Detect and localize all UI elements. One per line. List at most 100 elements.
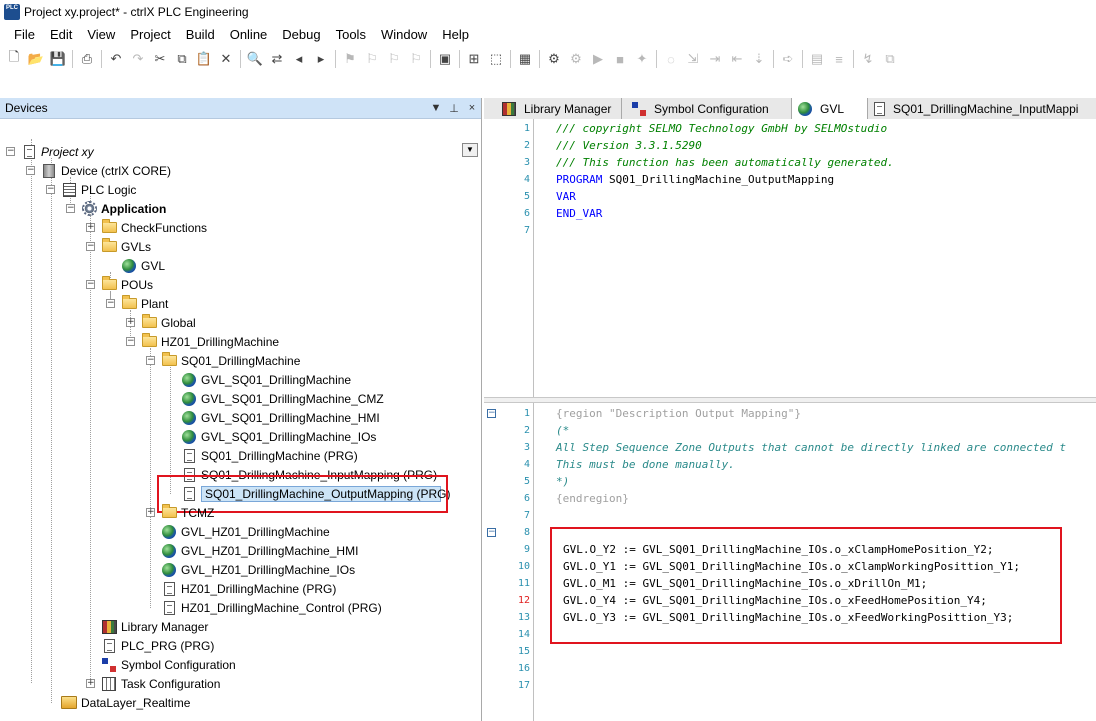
tree-node-sq01-input-mapping[interactable]: SQ01_DrillingMachine_InputMapping (PRG) xyxy=(181,465,437,484)
collapse-icon[interactable]: − xyxy=(66,204,75,213)
copy-icon[interactable]: ⧉ xyxy=(171,48,193,70)
undo-icon[interactable]: ↶ xyxy=(105,48,127,70)
menu-file[interactable]: File xyxy=(0,24,42,46)
expand-icon[interactable]: + xyxy=(86,223,95,232)
bookmark-next-icon[interactable]: ⚐ xyxy=(383,48,405,70)
close-icon[interactable]: × xyxy=(463,102,481,114)
bookmark-icon[interactable]: ⚑ xyxy=(339,48,361,70)
tree-node-gvl-sq01-ios[interactable]: GVL_SQ01_DrillingMachine_IOs xyxy=(181,427,376,446)
tree-node-hz01-control[interactable]: HZ01_DrillingMachine_Control (PRG) xyxy=(161,598,382,617)
find-icon[interactable]: 🔍 xyxy=(244,48,266,70)
step-icon[interactable]: ✦ xyxy=(631,48,653,70)
tree-node-library-manager[interactable]: Library Manager xyxy=(101,617,208,636)
tree-node-gvl[interactable]: GVL xyxy=(121,256,165,275)
expand-icon[interactable]: + xyxy=(86,679,95,688)
expand-icon[interactable]: + xyxy=(146,508,155,517)
menu-debug[interactable]: Debug xyxy=(274,24,327,46)
tree-node-datalayer[interactable]: DataLayer_Realtime xyxy=(61,693,190,712)
tree-dropdown-button[interactable]: ▼ xyxy=(462,143,478,157)
tree-node-plc-prg[interactable]: PLC_PRG (PRG) xyxy=(101,636,214,655)
tree-node-pous[interactable]: − POUs xyxy=(86,275,153,294)
collapse-icon[interactable]: − xyxy=(126,337,135,346)
tree-node-gvls[interactable]: − GVLs xyxy=(86,237,151,256)
logout-icon[interactable]: ⚙ xyxy=(565,48,587,70)
next-statement-icon[interactable]: ➪ xyxy=(777,48,799,70)
stop-icon[interactable]: ■ xyxy=(609,48,631,70)
tree-node-plant[interactable]: − Plant xyxy=(106,294,168,313)
tree-node-hz01-prg[interactable]: HZ01_DrillingMachine (PRG) xyxy=(161,579,336,598)
collapse-icon[interactable]: − xyxy=(26,166,35,175)
delete-icon[interactable]: ✕ xyxy=(215,48,237,70)
step-over-icon[interactable]: ⇲ xyxy=(682,48,704,70)
menu-window[interactable]: Window xyxy=(373,24,434,46)
pin-icon[interactable]: ⊥ xyxy=(445,102,463,115)
tree-node-gvl-hz01-ios[interactable]: GVL_HZ01_DrillingMachine_IOs xyxy=(161,560,355,579)
new-icon[interactable]: 🗋 xyxy=(3,48,25,70)
tree-node-application[interactable]: − Application xyxy=(66,199,166,218)
save-icon[interactable]: 💾 xyxy=(47,48,69,70)
tree-node-gvl-sq01-hmi[interactable]: GVL_SQ01_DrillingMachine_HMI xyxy=(181,408,380,427)
find-prev-icon[interactable]: ◂ xyxy=(288,48,310,70)
tree-node-symbol-configuration[interactable]: Symbol Configuration xyxy=(101,655,236,674)
menu-tools[interactable]: Tools xyxy=(328,24,373,46)
tree-node-sq01[interactable]: − SQ01_DrillingMachine xyxy=(146,351,300,370)
menu-edit[interactable]: Edit xyxy=(42,24,79,46)
window-icon[interactable]: ▣ xyxy=(434,48,456,70)
tree-node-plc-logic[interactable]: − PLC Logic xyxy=(46,180,136,199)
tree-node-task-configuration[interactable]: + Task Configuration xyxy=(86,674,220,693)
print-icon[interactable]: ⎙ xyxy=(76,48,98,70)
collapse-icon[interactable]: − xyxy=(106,299,115,308)
tab-library-manager[interactable]: Library Manager xyxy=(484,98,622,119)
menu-project[interactable]: Project xyxy=(122,24,177,46)
declaration-editor[interactable]: 1 /// copyright SELMO Technology GmbH by… xyxy=(484,119,1096,397)
find-next-icon[interactable]: ▸ xyxy=(310,48,332,70)
tree-node-tcmz[interactable]: + TCMZ xyxy=(146,503,214,522)
tree-node-gvl-sq01[interactable]: GVL_SQ01_DrillingMachine xyxy=(181,370,351,389)
step-out-icon[interactable]: ⇤ xyxy=(726,48,748,70)
tree-node-gvl-sq01-cmz[interactable]: GVL_SQ01_DrillingMachine_CMZ xyxy=(181,389,384,408)
menu-view[interactable]: View xyxy=(79,24,122,46)
collapse-icon[interactable]: − xyxy=(6,147,15,156)
login-icon[interactable]: ⚙ xyxy=(543,48,565,70)
tab-symbol-configuration[interactable]: Symbol Configuration xyxy=(622,98,792,119)
replace-icon[interactable]: ⇄ xyxy=(266,48,288,70)
tree-node-sq01-prg[interactable]: SQ01_DrillingMachine (PRG) xyxy=(181,446,358,465)
menu-build[interactable]: Build xyxy=(178,24,222,46)
tree-node-gvl-hz01-hmi[interactable]: GVL_HZ01_DrillingMachine_HMI xyxy=(161,541,358,560)
expand-icon[interactable]: + xyxy=(126,318,135,327)
tree-node-global[interactable]: + Global xyxy=(126,313,196,332)
redo-icon[interactable]: ↷ xyxy=(127,48,149,70)
tree-node-hz01[interactable]: − HZ01_DrillingMachine xyxy=(126,332,279,351)
open-icon[interactable]: 📂 xyxy=(25,48,47,70)
tree-node-sq01-output-mapping[interactable]: SQ01_DrillingMachine_OutputMapping (PRG) xyxy=(181,484,450,503)
write-values-icon[interactable]: ≡ xyxy=(828,48,850,70)
add-folder-icon[interactable]: ⬚ xyxy=(485,48,507,70)
cut-icon[interactable]: ✂ xyxy=(149,48,171,70)
force-values-icon[interactable]: ↯ xyxy=(857,48,879,70)
bookmark-clear-icon[interactable]: ⚐ xyxy=(405,48,427,70)
collapse-icon[interactable]: − xyxy=(46,185,55,194)
paste-icon[interactable]: 📋 xyxy=(193,48,215,70)
collapse-icon[interactable]: − xyxy=(86,242,95,251)
menu-help[interactable]: Help xyxy=(434,24,476,46)
tree-node-checkfunctions[interactable]: + CheckFunctions xyxy=(86,218,207,237)
tab-sq01-input-mapping[interactable]: SQ01_DrillingMachine_InputMappi xyxy=(868,98,1096,119)
step-into-icon[interactable]: ⇥ xyxy=(704,48,726,70)
tree-node-project[interactable]: − Project xy xyxy=(6,142,94,161)
tree-node-gvl-hz01[interactable]: GVL_HZ01_DrillingMachine xyxy=(161,522,330,541)
unforce-icon[interactable]: ⧉ xyxy=(879,48,901,70)
collapse-icon[interactable]: − xyxy=(146,356,155,365)
run-to-cursor-icon[interactable]: ⇣ xyxy=(748,48,770,70)
build-icon[interactable]: ▦ xyxy=(514,48,536,70)
implementation-editor[interactable]: − − 1 {region "Description Output Mappin… xyxy=(484,403,1096,721)
watch-icon[interactable]: ▤ xyxy=(806,48,828,70)
bookmark-prev-icon[interactable]: ⚐ xyxy=(361,48,383,70)
start-icon[interactable]: ▶ xyxy=(587,48,609,70)
tab-gvl[interactable]: GVL xyxy=(792,98,868,119)
panel-menu-icon[interactable]: ▼ xyxy=(427,102,445,114)
breakpoint-icon[interactable]: ◌ xyxy=(660,48,682,70)
add-object-icon[interactable]: ⊞ xyxy=(463,48,485,70)
menu-online[interactable]: Online xyxy=(222,24,275,46)
tree-node-device[interactable]: − Device (ctrlX CORE) xyxy=(26,161,171,180)
collapse-icon[interactable]: − xyxy=(86,280,95,289)
